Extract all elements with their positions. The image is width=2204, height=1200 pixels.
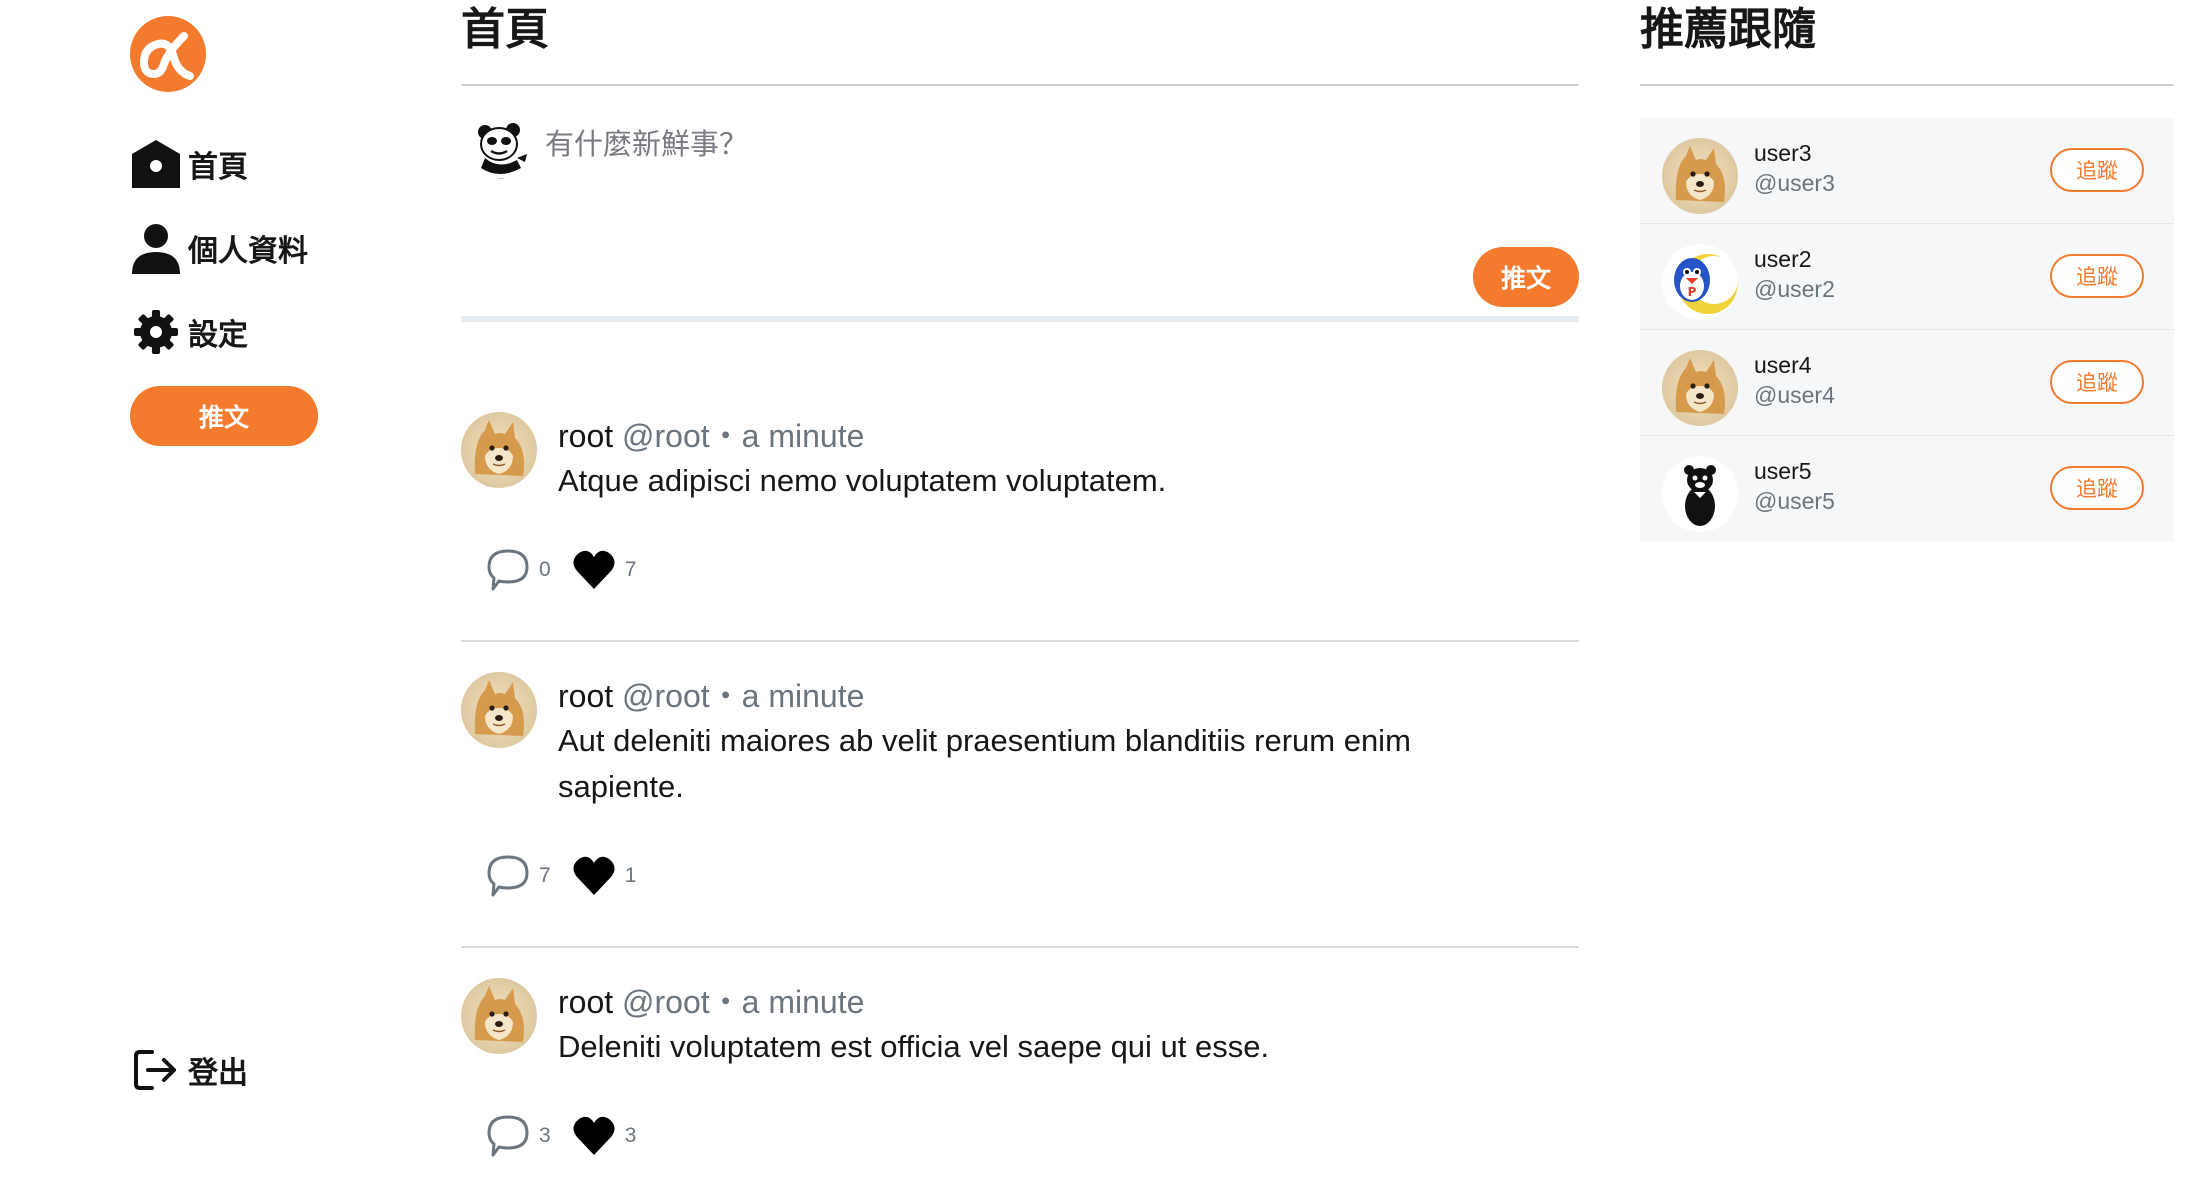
tweet-author-name[interactable]: root [558,678,613,714]
avatar[interactable] [1662,456,1738,532]
sidebar-tweet-button[interactable]: 推文 [130,386,318,446]
avatar[interactable] [1662,138,1738,214]
tweet-body: Aut deleniti maiores ab velit praesentiu… [558,723,1411,804]
comment-icon [485,1113,531,1159]
suggestion-handle: @user3 [1754,170,1835,196]
home-icon [130,138,182,190]
divider [461,640,1579,642]
like-count: 3 [624,1124,637,1147]
logout-button[interactable]: 登出 [130,1040,248,1100]
tweet-actions: 3 3 [485,1113,656,1159]
like-button[interactable]: 7 [571,547,637,593]
sidebar-item-label: 個人資料 [188,234,308,269]
suggestion-handle: @user4 [1754,382,1835,408]
like-count: 7 [624,558,637,581]
logout-icon [130,1044,182,1096]
like-count: 1 [624,864,637,887]
avatar[interactable] [1662,244,1738,320]
avatar[interactable] [1662,350,1738,426]
tweet-body: Atque adipisci nemo voluptatem voluptate… [558,463,1167,498]
tweet-body: Deleniti voluptatem est officia vel saep… [558,1029,1270,1064]
tweet-composer: 推文 [461,86,1579,322]
sidebar-item-profile[interactable]: 個人資料 [130,218,308,278]
suggestion-item[interactable]: user4 @user4 追蹤 [1640,330,2174,436]
compose-submit-button[interactable]: 推文 [1473,247,1579,307]
sidebar-item-label: 首頁 [188,150,248,185]
follow-button[interactable]: 追蹤 [2050,466,2144,510]
suggestions-title: 推薦跟隨 [1640,4,1816,55]
like-button[interactable]: 1 [571,853,637,899]
suggestion-item[interactable]: user5 @user5 追蹤 [1640,436,2174,542]
heart-icon [571,853,617,899]
tweet-separator: ・ [709,984,742,1020]
suggestion-name[interactable]: user5 [1754,458,1812,485]
divider [461,946,1579,948]
tweet-actions: 7 1 [485,853,656,899]
sidebar-item-home[interactable]: 首頁 [130,134,248,194]
suggestion-handle: @user5 [1754,488,1835,514]
main-feed: 首頁 推文 root @root・a minute Atque adipisci… [461,0,1579,1200]
tweet-author-name[interactable]: root [558,418,613,454]
follow-button[interactable]: 追蹤 [2050,360,2144,404]
avatar [469,118,533,182]
divider [1640,84,2174,86]
user-icon [130,222,182,274]
suggestion-name[interactable]: user2 [1754,246,1812,273]
compose-input[interactable] [545,122,1245,166]
tweet-header: root @root・a minute [558,414,864,458]
sidebar-item-settings[interactable]: 設定 [130,302,248,362]
sidebar-item-label: 設定 [188,318,248,353]
avatar[interactable] [461,412,537,488]
tweet-timestamp: a minute [741,418,865,454]
tweet-author-handle: @root [622,678,710,714]
suggestion-list: user3 @user3 追蹤 user2 @user2 追蹤 user4 @u… [1640,118,2174,542]
gear-icon [130,306,182,358]
comment-icon [485,853,531,899]
logout-label: 登出 [188,1056,248,1091]
tweet-author-name[interactable]: root [558,984,613,1020]
tweet-separator: ・ [709,418,742,454]
sidebar: 首頁 個人資料 設定 推文 登出 [0,0,440,1200]
suggestion-name[interactable]: user4 [1754,352,1812,379]
tweet-author-handle: @root [622,418,710,454]
avatar[interactable] [461,978,537,1054]
suggestion-item[interactable]: user3 @user3 追蹤 [1640,118,2174,224]
follow-button[interactable]: 追蹤 [2050,254,2144,298]
heart-icon [571,547,617,593]
follow-button[interactable]: 追蹤 [2050,148,2144,192]
comment-icon [485,547,531,593]
suggestion-handle: @user2 [1754,276,1835,302]
tweet-timestamp: a minute [741,984,865,1020]
reply-count: 7 [539,864,551,887]
tweet-actions: 0 7 [485,547,656,593]
tweet[interactable]: root @root・a minute Deleniti voluptatem … [461,978,1579,1188]
like-button[interactable]: 3 [571,1113,637,1159]
reply-count: 3 [539,1124,551,1147]
page-title: 首頁 [461,4,549,55]
reply-button[interactable]: 0 [485,547,551,593]
suggestion-item[interactable]: user2 @user2 追蹤 [1640,224,2174,330]
tweet-timestamp: a minute [741,678,865,714]
tweet-header: root @root・a minute [558,674,864,718]
avatar[interactable] [461,672,537,748]
suggestion-name[interactable]: user3 [1754,140,1812,167]
reply-count: 0 [539,558,551,581]
reply-button[interactable]: 7 [485,853,551,899]
heart-icon [571,1113,617,1159]
tweet[interactable]: root @root・a minute Atque adipisci nemo … [461,412,1579,642]
divider [461,316,1579,322]
tweet-header: root @root・a minute [558,980,864,1024]
tweet-separator: ・ [709,678,742,714]
reply-button[interactable]: 3 [485,1113,551,1159]
tweet-author-handle: @root [622,984,710,1020]
tweet[interactable]: root @root・a minute Aut deleniti maiores… [461,672,1579,948]
alpha-logo-icon[interactable] [128,14,208,94]
